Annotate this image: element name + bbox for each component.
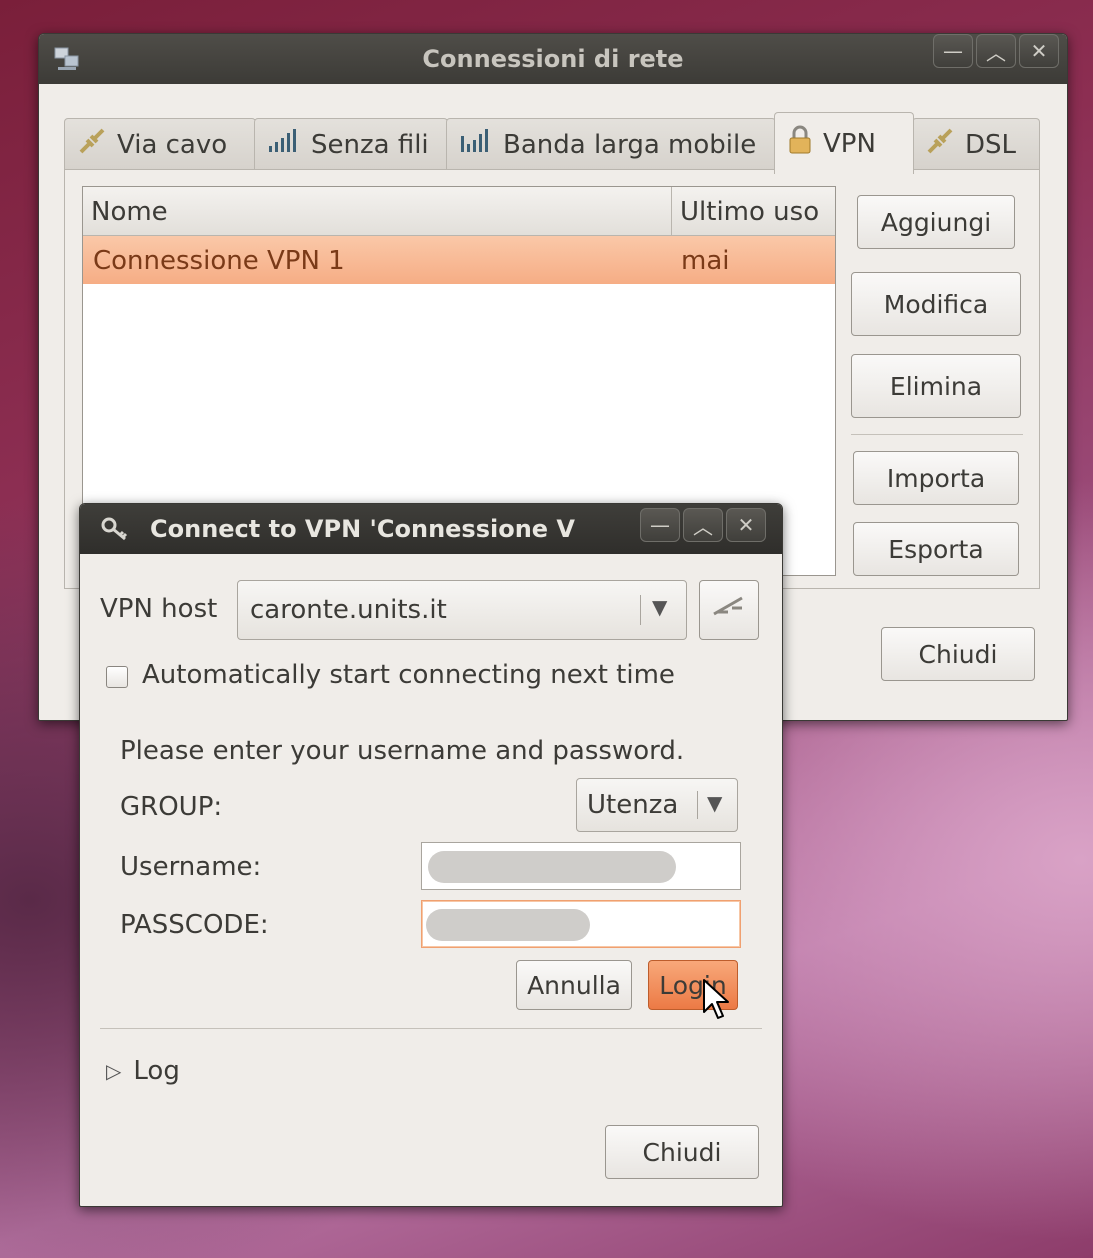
log-expander[interactable]: ▷ Log	[106, 1054, 180, 1088]
tab-dsl[interactable]: DSL	[912, 118, 1040, 170]
vpn-host-combo[interactable]: caronte.units.it ▼	[237, 580, 687, 640]
auto-connect-checkbox[interactable]	[106, 666, 128, 688]
main-close-button-label: Chiudi	[918, 639, 998, 669]
combo-separator	[697, 791, 698, 819]
combo-separator	[640, 595, 641, 625]
dialog-close-button-label: Chiudi	[642, 1137, 722, 1167]
close-icon: ✕	[737, 513, 755, 537]
mouse-cursor-icon	[702, 978, 732, 1028]
cancel-button[interactable]: Annulla	[516, 960, 632, 1010]
redacted-passcode	[426, 909, 590, 941]
dialog-close-button[interactable]: Chiudi	[605, 1125, 759, 1179]
main-window-title: Connessioni di rete	[422, 45, 684, 73]
dialog-titlebar[interactable]: Connect to VPN 'Connessione V — ︿ ✕	[80, 504, 782, 554]
vpn-connect-dialog: Connect to VPN 'Connessione V — ︿ ✕ VPN …	[79, 503, 783, 1207]
column-header-ultimo-uso[interactable]: Ultimo uso	[672, 187, 835, 235]
button-separator	[851, 434, 1023, 435]
dialog-title: Connect to VPN 'Connessione V	[150, 515, 576, 543]
tab-via-cavo[interactable]: Via cavo	[64, 118, 256, 170]
vpn-host-value: caronte.units.it	[250, 595, 447, 625]
cancel-button-label: Annulla	[527, 970, 621, 1000]
tab-label: Senza fili	[311, 129, 429, 160]
minimize-icon: —	[650, 513, 670, 537]
tab-senza-fili[interactable]: Senza fili	[254, 118, 448, 170]
maximize-icon: ︿	[986, 40, 1006, 65]
username-label: Username:	[120, 852, 262, 882]
dialog-maximize-button[interactable]: ︿	[683, 508, 723, 542]
close-window-button[interactable]: ✕	[1019, 34, 1059, 68]
export-button-label: Esporta	[888, 534, 984, 564]
wireless-signal-icon	[267, 128, 301, 161]
group-value: Utenza	[587, 790, 679, 820]
username-field[interactable]	[421, 842, 741, 890]
minimize-icon: —	[943, 39, 963, 63]
wired-connector-icon	[77, 126, 107, 163]
chevron-down-icon: ▼	[652, 595, 668, 619]
import-button-label: Importa	[886, 463, 986, 493]
dsl-connector-icon	[925, 126, 955, 163]
vpn-host-label: VPN host	[100, 594, 218, 624]
dialog-close-window-button[interactable]: ✕	[726, 508, 766, 542]
column-header-label: Ultimo uso	[680, 197, 820, 227]
tab-vpn[interactable]: VPN	[774, 112, 914, 174]
log-label: Log	[133, 1056, 180, 1086]
row-name-cell: Connessione VPN 1	[93, 246, 345, 276]
main-titlebar[interactable]: Connessioni di rete — ︿ ✕	[39, 34, 1067, 84]
column-header-label: Nome	[91, 197, 168, 227]
maximize-icon: ︿	[693, 514, 713, 539]
delete-button[interactable]: Elimina	[851, 354, 1021, 418]
chevron-down-icon: ▼	[707, 791, 723, 815]
dialog-minimize-button[interactable]: —	[640, 508, 680, 542]
login-prompt: Please enter your username and password.	[120, 736, 685, 766]
tab-label: Banda larga mobile	[503, 129, 757, 160]
auto-connect-label[interactable]: Automatically start connecting next time	[142, 660, 675, 690]
maximize-button[interactable]: ︿	[976, 34, 1016, 68]
passcode-field[interactable]	[421, 900, 741, 948]
tab-label: Via cavo	[117, 129, 228, 160]
key-icon	[100, 516, 130, 546]
add-button[interactable]: Aggiungi	[857, 195, 1015, 249]
group-combo[interactable]: Utenza ▼	[576, 778, 738, 832]
padlock-icon	[787, 125, 813, 162]
redacted-username	[428, 851, 676, 883]
dialog-separator	[100, 1028, 762, 1029]
main-close-button[interactable]: Chiudi	[881, 627, 1035, 681]
connector-icon	[712, 594, 746, 626]
close-icon: ✕	[1030, 39, 1048, 63]
table-row[interactable]: Connessione VPN 1 mai	[83, 236, 835, 284]
passcode-label: PASSCODE:	[120, 910, 269, 940]
tab-label: VPN	[823, 128, 876, 159]
row-last-used-cell: mai	[681, 246, 730, 276]
tab-banda-larga-mobile[interactable]: Banda larga mobile	[446, 118, 776, 170]
edit-button[interactable]: Modifica	[851, 272, 1021, 336]
triangle-right-icon: ▷	[106, 1059, 122, 1083]
minimize-button[interactable]: —	[933, 34, 973, 68]
list-header: Nome Ultimo uso	[83, 187, 835, 236]
group-label: GROUP:	[120, 792, 223, 822]
column-header-nome[interactable]: Nome	[83, 187, 672, 235]
export-button[interactable]: Esporta	[853, 522, 1019, 576]
vpn-host-edit-button[interactable]	[699, 580, 759, 640]
mobile-signal-icon	[459, 128, 493, 161]
import-button[interactable]: Importa	[853, 451, 1019, 505]
tab-label: DSL	[965, 129, 1017, 160]
